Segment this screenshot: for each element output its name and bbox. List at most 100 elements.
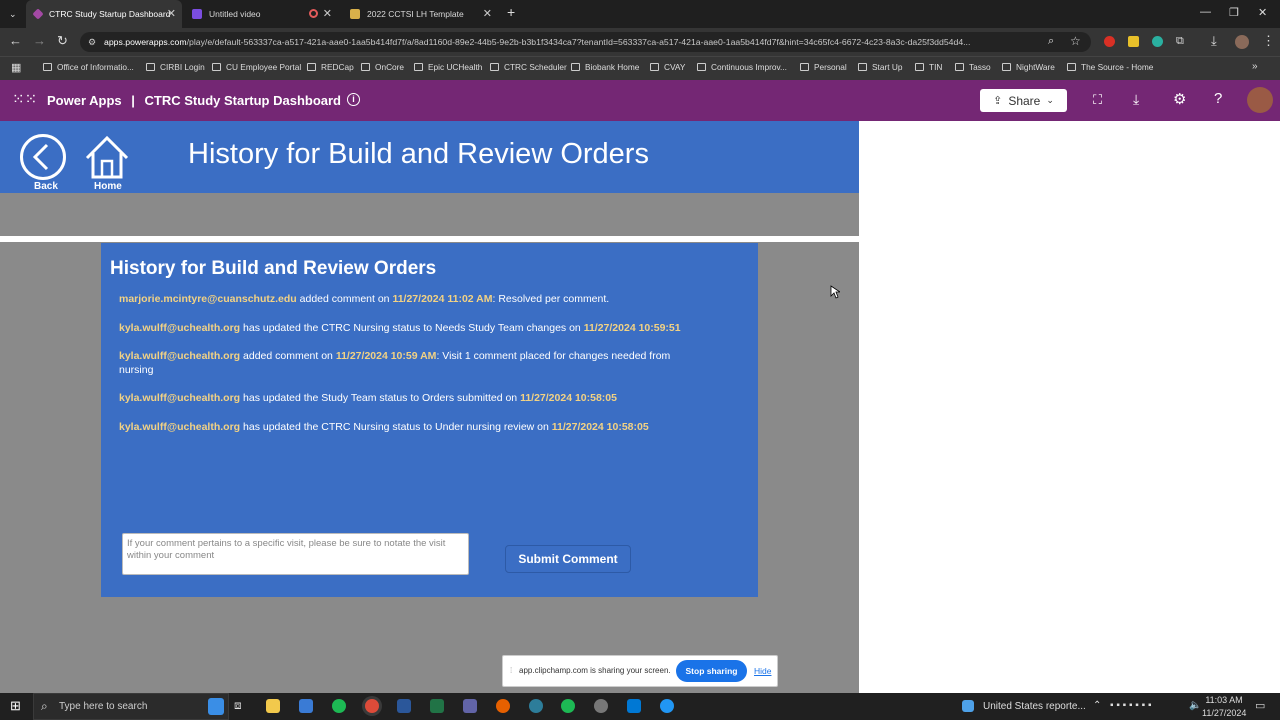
bookmark-item[interactable]: CIRBI Login [146,62,205,72]
bookmark-page-icon [43,63,52,71]
bookmark-item[interactable]: OnCore [361,62,404,72]
bookmark-folder[interactable]: NightWare [1002,62,1055,72]
word-icon[interactable] [397,699,411,713]
weather-text[interactable]: United States reporte... [983,701,1086,712]
entry-action: has updated the CTRC Nursing status to N… [240,322,584,334]
download-icon[interactable]: ⤓ [1211,34,1217,48]
share-icon: ⇪ [993,95,1003,107]
tab-cctsi-template[interactable]: 2022 CCTSI LH Template ✕ [342,0,498,28]
pinned-app-icon[interactable] [660,699,674,713]
tab-untitled-video[interactable]: Untitled video ✕ [184,0,338,28]
bookmark-page-icon [490,63,499,71]
share-label: Share [1008,93,1041,108]
browser-tab-bar: ⌄ CTRC Study Startup Dashboard ✕ Untitle… [0,0,1280,28]
app-name: CTRC Study Startup Dashboard [144,93,342,108]
home-label[interactable]: Home [94,181,122,192]
tray-chevron-icon[interactable]: ⌃ [1093,700,1101,711]
chrome-icon[interactable] [365,699,379,713]
back-label[interactable]: Back [34,181,58,192]
bookmark-folder[interactable]: CVAY [650,62,685,72]
clock-date[interactable]: 11/27/2024 [1202,708,1246,718]
close-tab-icon[interactable]: ✕ [483,7,492,20]
window-close-icon[interactable]: ✕ [1258,6,1267,19]
bookmark-item[interactable]: REDCap [307,62,354,72]
pinned-app-icon[interactable] [299,699,313,713]
spotify-icon[interactable] [332,699,346,713]
task-view-icon[interactable]: ⧈ [234,698,242,713]
taskbar-search[interactable]: ⌕ Type here to search [33,693,229,720]
settings-icon[interactable] [594,699,608,713]
back-arrow-icon[interactable]: ← [9,34,22,48]
bookmark-star-icon[interactable]: ☆ [1070,34,1081,48]
settings-gear-icon[interactable]: ⚙ [1173,90,1186,108]
volume-icon[interactable]: 🔈 [1189,700,1201,711]
url-field[interactable]: ⚙ apps.powerapps.com/play/e/default-5633… [80,32,1091,52]
more-bookmarks-icon[interactable]: » [1252,61,1258,72]
share-button[interactable]: ⇪ Share ⌄ [980,89,1067,112]
info-icon[interactable]: i [347,93,360,106]
back-circle-icon[interactable] [19,134,67,182]
outlook-icon[interactable] [627,699,641,713]
canvas-margin [859,121,1280,693]
history-entry: marjorie.mcintyre@cuanschutz.edu added c… [119,292,699,306]
extension-teal-icon[interactable] [1152,36,1163,47]
entry-time: 11/27/2024 10:58:05 [520,392,617,404]
zoom-icon[interactable]: ⌕ [1048,34,1054,48]
bookmark-item[interactable]: Office of Informatio... [43,62,134,72]
bookmark-item[interactable]: CU Employee Portal [212,62,301,72]
user-avatar[interactable] [1247,87,1273,113]
bookmark-folder[interactable]: Tasso [955,62,991,72]
edge-icon[interactable] [529,699,543,713]
excel-icon[interactable] [430,699,444,713]
bookmark-item[interactable]: Epic UCHealth [414,62,482,72]
bookmark-item[interactable]: CTRC Scheduler [490,62,567,72]
bookmark-folder[interactable]: Continuous Improv... [697,62,787,72]
document-favicon-icon [350,9,360,19]
new-tab-icon[interactable]: + [507,5,515,19]
drag-handle-icon[interactable]: ⁞ [510,666,512,675]
folder-icon [650,63,659,71]
stop-sharing-button[interactable]: Stop sharing [676,660,747,682]
bookmark-folder[interactable]: Start Up [858,62,902,72]
file-explorer-icon[interactable] [266,699,280,713]
url-path: /play/e/default-563337ca-a517-421a-aae0-… [186,37,971,47]
profile-avatar-icon[interactable] [1235,35,1249,49]
fit-to-window-icon[interactable]: ⛶ [1093,92,1102,108]
firefox-icon[interactable] [496,699,510,713]
close-tab-icon[interactable]: ✕ [167,7,176,20]
forward-arrow-icon[interactable]: → [33,34,46,48]
minimize-icon[interactable]: — [1200,6,1211,18]
comment-input[interactable]: If your comment pertains to a specific v… [122,533,469,575]
download-app-icon[interactable]: ⤓ [1133,91,1139,108]
apps-grid-icon[interactable]: ▦ [11,61,21,75]
url-host: apps.powerapps.com [104,37,187,47]
submit-comment-button[interactable]: Submit Comment [505,545,631,573]
bookmark-item[interactable]: The Source - Home [1067,62,1153,72]
reload-icon[interactable]: ↻ [57,34,68,48]
bookmark-item[interactable]: Biobank Home [571,62,639,72]
panel-title: History for Build and Review Orders [110,258,437,279]
close-tab-icon[interactable]: ✕ [323,7,332,20]
tab-ctrc-dashboard[interactable]: CTRC Study Startup Dashboard ✕ [26,0,182,28]
restore-icon[interactable]: ❐ [1229,6,1239,19]
bookmark-folder[interactable]: Personal [800,62,847,72]
windows-start-icon[interactable]: ⊞ [10,698,21,714]
tab-title: Untitled video [209,9,261,19]
notifications-icon[interactable]: ▭ [1255,699,1265,712]
clock-time[interactable]: 11:03 AM [1204,695,1244,705]
tray-app-icons[interactable]: ▪ ▪ ▪ ▪ ▪ ▪ ▪ [1110,700,1151,711]
extension-red-icon[interactable] [1104,36,1115,47]
browser-menu-icon[interactable]: ⋮ [1262,34,1275,48]
extensions-puzzle-icon[interactable]: ⧉ [1176,34,1184,48]
home-icon[interactable] [84,134,132,180]
bookmark-folder[interactable]: TIN [915,62,942,72]
site-info-icon[interactable]: ⚙ [88,37,96,48]
app-launcher-icon[interactable]: ⁙⁙ [12,92,37,107]
spotify-icon[interactable] [561,699,575,713]
extension-yellow-icon[interactable] [1128,36,1139,47]
hide-link[interactable]: Hide [754,666,771,676]
tab-search-icon[interactable]: ⌄ [9,7,17,21]
teams-icon[interactable] [463,699,477,713]
help-icon[interactable]: ? [1214,90,1222,107]
weather-icon[interactable] [962,700,974,712]
